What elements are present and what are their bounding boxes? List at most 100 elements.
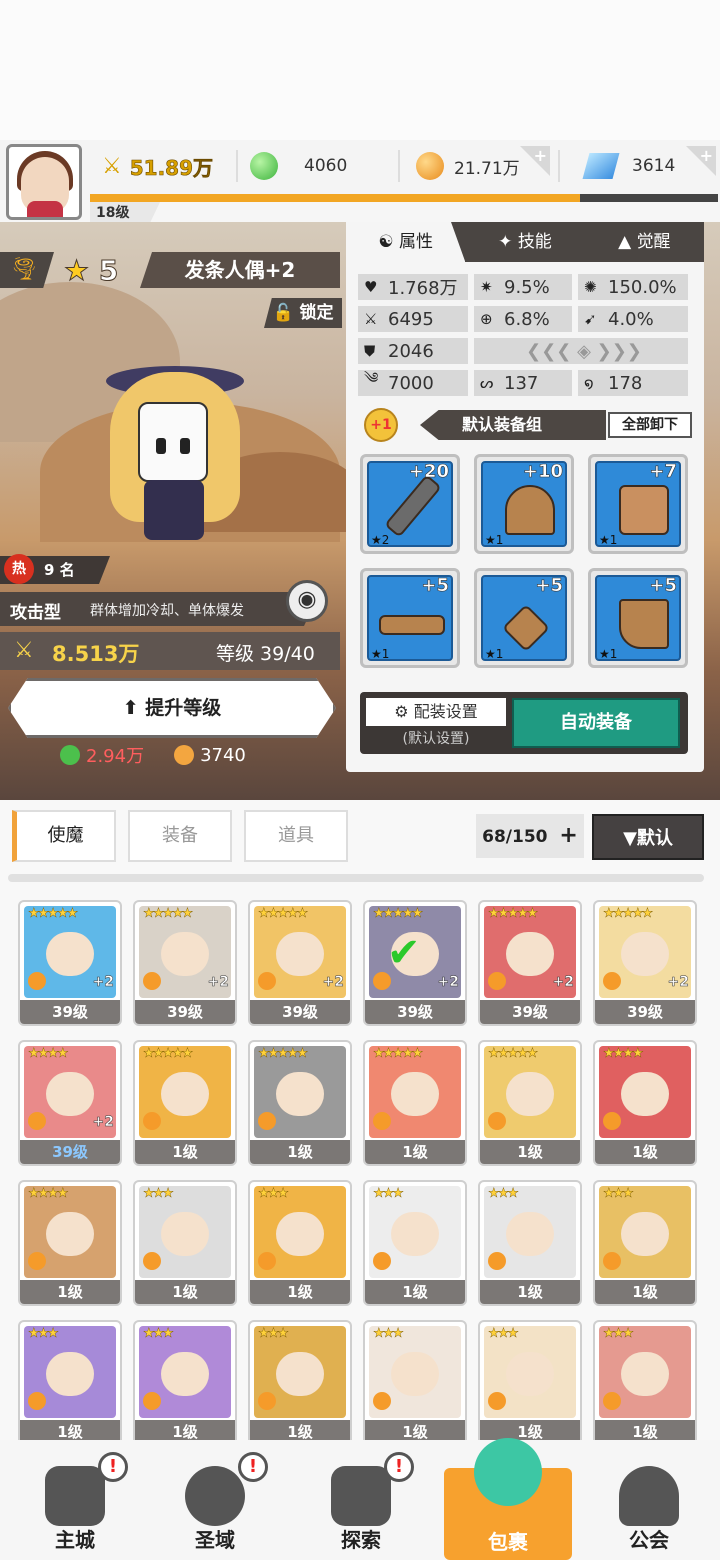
- boots-icon: [619, 599, 669, 649]
- familiar-card[interactable]: ★★★★★ +2 39级: [478, 900, 582, 1026]
- equip-slot-helmet[interactable]: +10 ★1: [474, 454, 574, 554]
- sword-in-stone-icon: [331, 1466, 391, 1526]
- armor-icon: [619, 485, 669, 535]
- tab-equipment[interactable]: 装备: [128, 810, 232, 862]
- familiar-card[interactable]: ★★★ 1级: [363, 1180, 467, 1306]
- familiar-card[interactable]: ★★★★★ +2 39级: [248, 900, 352, 1026]
- stat-value: 150.0%: [608, 276, 677, 298]
- equip-slot-belt[interactable]: +5 ★1: [360, 568, 460, 668]
- capacity-value: 68/150: [482, 827, 548, 847]
- familiar-card[interactable]: ★★★ 1级: [248, 1320, 352, 1446]
- familiar-stars: ★★★: [373, 1326, 404, 1341]
- xp-bar: [90, 194, 718, 202]
- hero-type-bar: 攻击型 群体增加冷却、单体爆发: [0, 592, 320, 626]
- familiar-plus: +2: [552, 974, 574, 991]
- equip-slot-sword[interactable]: +20 ★2: [360, 454, 460, 554]
- stat-value: 1.768万: [388, 278, 458, 299]
- familiar-card[interactable]: ★★★ 1级: [593, 1320, 697, 1446]
- familiar-card[interactable]: ★★★ 1级: [593, 1180, 697, 1306]
- capacity-counter[interactable]: 68/150 +: [476, 814, 584, 858]
- stat-row: ♥ 1.768万 ✷ 9.5% ✺ 150.0%: [358, 274, 694, 300]
- alert-icon: !: [384, 1452, 414, 1482]
- config-settings-button[interactable]: ⚙ 配装设置: [366, 698, 506, 726]
- familiar-level: 1级: [135, 1280, 235, 1304]
- slot-star: ★1: [599, 533, 618, 547]
- familiar-card[interactable]: ★★★ 1级: [133, 1320, 237, 1446]
- element-icon: [488, 972, 506, 990]
- familiar-card[interactable]: ★★★ 1级: [363, 1320, 467, 1446]
- familiar-stars: ★★★★★: [143, 1046, 194, 1061]
- slot-plus: +10: [522, 461, 564, 483]
- equip-group-plus-badge[interactable]: +1: [364, 408, 398, 442]
- equip-slot-armor[interactable]: +7 ★1: [588, 454, 688, 554]
- auto-equip-button[interactable]: 自动装备: [512, 698, 680, 748]
- tab-familiars[interactable]: 使魔: [12, 810, 116, 862]
- familiar-card[interactable]: ★★★ 1级: [248, 1180, 352, 1306]
- nav-label: 包裹: [488, 1530, 528, 1554]
- player-avatar[interactable]: [6, 144, 82, 220]
- element-icon: [258, 1112, 276, 1130]
- skills-icon: ✦: [498, 232, 513, 252]
- upgrade-level-button[interactable]: ⬆ 提升等级: [8, 678, 336, 738]
- hero-name: 发条人偶+2: [140, 252, 340, 288]
- familiar-face: [161, 932, 209, 976]
- config-label: 配装设置: [413, 702, 478, 721]
- familiar-card[interactable]: ★★★★★ +2 39级: [593, 900, 697, 1026]
- familiar-stars: ★★★★★: [258, 1046, 309, 1061]
- equip-slot-necklace[interactable]: +5 ★1: [474, 568, 574, 668]
- familiar-card[interactable]: ★★★ 1级: [478, 1320, 582, 1446]
- equip-slot-boots[interactable]: +5 ★1: [588, 568, 688, 668]
- gold-coin-icon: [416, 152, 444, 180]
- equip-group-name[interactable]: 默认装备组: [420, 410, 606, 440]
- green-currency: 4060: [250, 148, 347, 184]
- familiar-face: [621, 932, 669, 976]
- familiar-card[interactable]: ★★★★ 1级: [593, 1040, 697, 1166]
- unequip-all-button[interactable]: 全部卸下: [608, 412, 692, 438]
- element-icon: [143, 1112, 161, 1130]
- lock-button[interactable]: 🔓 锁定: [264, 298, 342, 328]
- familiar-stars: ★★★★: [28, 1186, 69, 1201]
- hero-stars: ★ 5: [63, 254, 119, 288]
- element-icon: [373, 1112, 391, 1130]
- element-icon: [28, 972, 46, 990]
- nav-sanctuary[interactable]: ! 圣域: [160, 1450, 270, 1560]
- tab-skills[interactable]: ✦ 技能: [465, 222, 584, 262]
- element-icon: [603, 1252, 621, 1270]
- element-icon: [143, 972, 161, 990]
- familiar-card[interactable]: ★★★★★ +2 39级: [133, 900, 237, 1026]
- belt-icon: [379, 615, 445, 635]
- familiar-card[interactable]: ★★★★★ +2 39级 ✔: [363, 900, 467, 1026]
- familiar-level: 1级: [595, 1280, 695, 1304]
- sort-button[interactable]: ▼默认: [592, 814, 704, 860]
- nav-label: 探索: [341, 1528, 381, 1552]
- familiar-card[interactable]: ★★★ 1级: [18, 1320, 122, 1446]
- player-level: 18级: [90, 202, 160, 224]
- equip-config: ⚙ 配装设置 (默认设置) 自动装备: [360, 692, 688, 754]
- stat-hp: ♥ 1.768万: [358, 274, 468, 300]
- familiar-face: [161, 1212, 209, 1256]
- nav-explore[interactable]: ! 探索: [306, 1450, 416, 1560]
- nav-bag[interactable]: 包裹: [444, 1438, 572, 1560]
- familiar-card[interactable]: ★★★★★ 1级: [248, 1040, 352, 1166]
- familiar-card[interactable]: ★★★★ +2 39级: [18, 1040, 122, 1166]
- familiar-card[interactable]: ★★★★★ 1级: [363, 1040, 467, 1166]
- familiar-face: [621, 1212, 669, 1256]
- nav-guild[interactable]: 公会: [594, 1450, 704, 1560]
- hero-power-bar: ⚔ 8.513万 等级 39/40: [0, 632, 340, 670]
- hero-mask: [138, 402, 208, 482]
- familiar-face: [161, 1352, 209, 1396]
- nav-main-city[interactable]: ! 主城: [20, 1450, 130, 1560]
- familiar-card[interactable]: ★★★★★ +2 39级: [18, 900, 122, 1026]
- stat-accuracy: ⊕ 6.8%: [474, 306, 572, 332]
- view-eye-icon[interactable]: ◉: [286, 580, 328, 622]
- tab-awaken[interactable]: ▲ 觉醒: [585, 222, 704, 262]
- familiar-card[interactable]: ★★★★★ 1级: [133, 1040, 237, 1166]
- tab-items[interactable]: 道具: [244, 810, 348, 862]
- familiar-card[interactable]: ★★★ 1级: [133, 1180, 237, 1306]
- familiar-card[interactable]: ★★★ 1级: [478, 1180, 582, 1306]
- element-icon: [603, 972, 621, 990]
- familiar-card[interactable]: ★★★★★ 1级: [478, 1040, 582, 1166]
- tab-attributes[interactable]: ☯ 属性: [346, 222, 466, 262]
- familiar-card[interactable]: ★★★★ 1级: [18, 1180, 122, 1306]
- familiar-face: [276, 1072, 324, 1116]
